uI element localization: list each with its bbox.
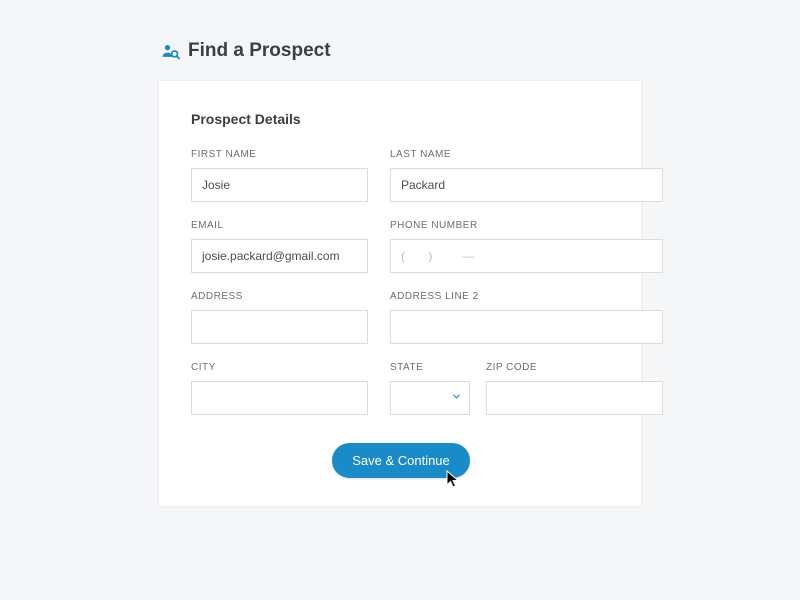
- address-input[interactable]: [191, 310, 368, 344]
- last-name-input[interactable]: [390, 168, 663, 202]
- city-label: CITY: [191, 362, 368, 373]
- button-row: Save & Continue: [191, 443, 611, 478]
- page-title: Find a Prospect: [188, 40, 331, 62]
- state-zip-row: STATE ZIP CODE: [390, 362, 663, 415]
- first-name-input[interactable]: [191, 168, 368, 202]
- zip-label: ZIP CODE: [486, 362, 663, 373]
- state-label: STATE: [390, 362, 470, 373]
- first-name-label: FIRST NAME: [191, 149, 368, 160]
- save-continue-button[interactable]: Save & Continue: [332, 443, 470, 478]
- email-input[interactable]: [191, 239, 368, 273]
- city-input[interactable]: [191, 381, 368, 415]
- email-label: EMAIL: [191, 220, 368, 231]
- zip-field: ZIP CODE: [486, 362, 663, 415]
- section-title: Prospect Details: [191, 111, 611, 127]
- address2-field: ADDRESS LINE 2: [390, 291, 663, 344]
- first-name-field: FIRST NAME: [191, 149, 368, 202]
- last-name-label: LAST NAME: [390, 149, 663, 160]
- last-name-field: LAST NAME: [390, 149, 663, 202]
- prospect-details-card: Prospect Details FIRST NAME LAST NAME EM…: [158, 80, 642, 507]
- phone-label: PHONE NUMBER: [390, 220, 663, 231]
- zip-input[interactable]: [486, 381, 663, 415]
- phone-field: PHONE NUMBER: [390, 220, 663, 273]
- page-header: Find a Prospect: [0, 40, 800, 80]
- address2-label: ADDRESS LINE 2: [390, 291, 663, 302]
- phone-input[interactable]: [390, 239, 663, 273]
- address2-input[interactable]: [390, 310, 663, 344]
- state-field: STATE: [390, 362, 470, 415]
- address-field: ADDRESS: [191, 291, 368, 344]
- state-select[interactable]: [390, 381, 470, 415]
- form-grid: FIRST NAME LAST NAME EMAIL PHONE NUMBER …: [191, 149, 611, 415]
- address-label: ADDRESS: [191, 291, 368, 302]
- city-field: CITY: [191, 362, 368, 415]
- prospect-icon: [160, 41, 180, 61]
- email-field: EMAIL: [191, 220, 368, 273]
